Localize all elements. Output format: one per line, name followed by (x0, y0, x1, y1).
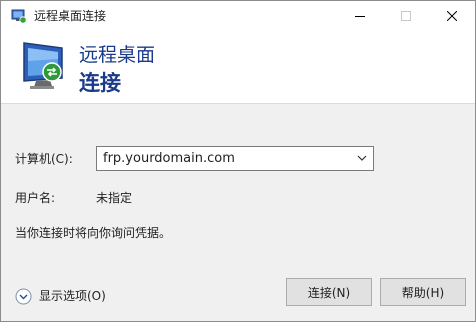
computer-combobox[interactable]: frp.yourdomain.com (96, 146, 374, 171)
username-label: 用户名: (15, 191, 56, 205)
show-options-label[interactable]: 显示选项(O) (39, 288, 106, 304)
minimize-button[interactable] (337, 1, 383, 31)
help-button[interactable]: 帮助(H) (380, 278, 466, 306)
credential-hint: 当你连接时将向你询问凭据。 (15, 226, 172, 240)
username-value: 未指定 (96, 191, 133, 205)
remote-desktop-window: 远程桌面连接 远程桌面 连接 计算机(C): frp.yourdomain.co… (0, 0, 476, 322)
banner-subtitle: 连接 (79, 71, 121, 95)
window-title: 远程桌面连接 (34, 9, 107, 23)
maximize-button (383, 1, 429, 31)
chevron-down-icon[interactable] (357, 154, 367, 162)
remote-desktop-large-icon (23, 42, 63, 89)
close-button[interactable] (429, 1, 475, 31)
title-bar[interactable]: 远程桌面连接 (1, 1, 475, 31)
banner-title: 远程桌面 (79, 44, 156, 66)
connect-button[interactable]: 连接(N) (286, 278, 372, 306)
maximize-icon (401, 11, 411, 21)
remote-desktop-icon (11, 9, 27, 24)
computer-value[interactable]: frp.yourdomain.com (103, 150, 235, 167)
close-icon (447, 11, 457, 21)
show-options-toggle[interactable]: 显示选项(O) (15, 287, 106, 305)
expand-chevron-icon[interactable] (15, 288, 32, 305)
computer-label: 计算机(C): (15, 152, 73, 166)
minimize-icon (355, 16, 365, 17)
header-banner: 远程桌面 连接 (1, 31, 475, 104)
